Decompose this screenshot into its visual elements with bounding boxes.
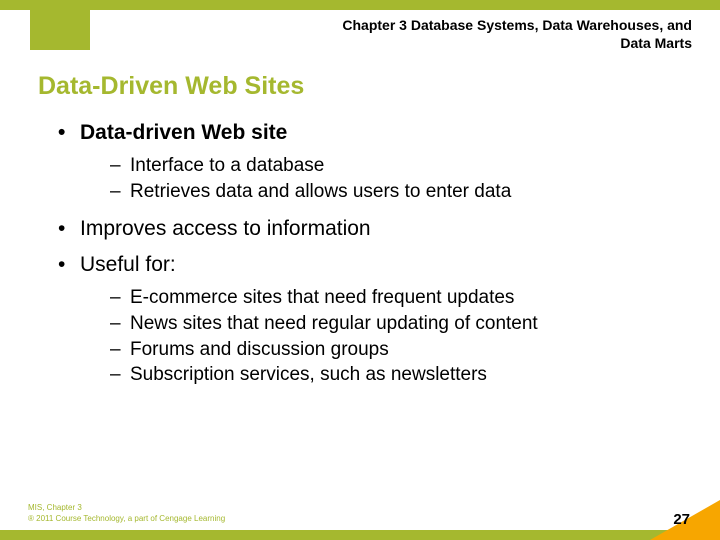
chapter-title: Chapter 3 Database Systems, Data Warehou…: [160, 16, 692, 52]
slide-title: Data-Driven Web Sites: [38, 72, 720, 101]
bullet-1-text: Data-driven Web site: [80, 121, 287, 144]
header-bar: Chapter 3 Database Systems, Data Warehou…: [0, 0, 720, 60]
page-number: 27: [673, 511, 690, 528]
bullet-list: Data-driven Web site Interface to a data…: [40, 119, 680, 388]
chapter-title-line1: Chapter 3 Database Systems, Data Warehou…: [342, 17, 692, 33]
bullet-3-sub-3: Forums and discussion groups: [110, 337, 680, 363]
footer: MIS, Chapter 3 ® 2011 Course Technology,…: [0, 503, 720, 540]
slide-content: Data-driven Web site Interface to a data…: [40, 119, 680, 388]
bullet-2: Improves access to information: [58, 215, 680, 243]
bullet-3-sub-4: Subscription services, such as newslette…: [110, 362, 680, 388]
header-accent-square: [30, 0, 90, 50]
bullet-3: Useful for: E-commerce sites that need f…: [58, 251, 680, 388]
bullet-1: Data-driven Web site Interface to a data…: [58, 119, 680, 205]
footer-line1: MIS, Chapter 3: [28, 503, 82, 512]
bullet-1-sub-2: Retrieves data and allows users to enter…: [110, 179, 680, 205]
bullet-3-sub-2: News sites that need regular updating of…: [110, 311, 680, 337]
bullet-3-sub-1: E-commerce sites that need frequent upda…: [110, 285, 680, 311]
bullet-1-sub-1: Interface to a database: [110, 153, 680, 179]
bullet-3-text: Useful for:: [80, 253, 176, 276]
bullet-1-sublist: Interface to a database Retrieves data a…: [80, 153, 680, 204]
chapter-title-line2: Data Marts: [620, 35, 692, 51]
footer-line2: ® 2011 Course Technology, a part of Ceng…: [28, 514, 225, 523]
footer-text: MIS, Chapter 3 ® 2011 Course Technology,…: [28, 503, 692, 524]
bullet-3-sublist: E-commerce sites that need frequent upda…: [80, 285, 680, 388]
